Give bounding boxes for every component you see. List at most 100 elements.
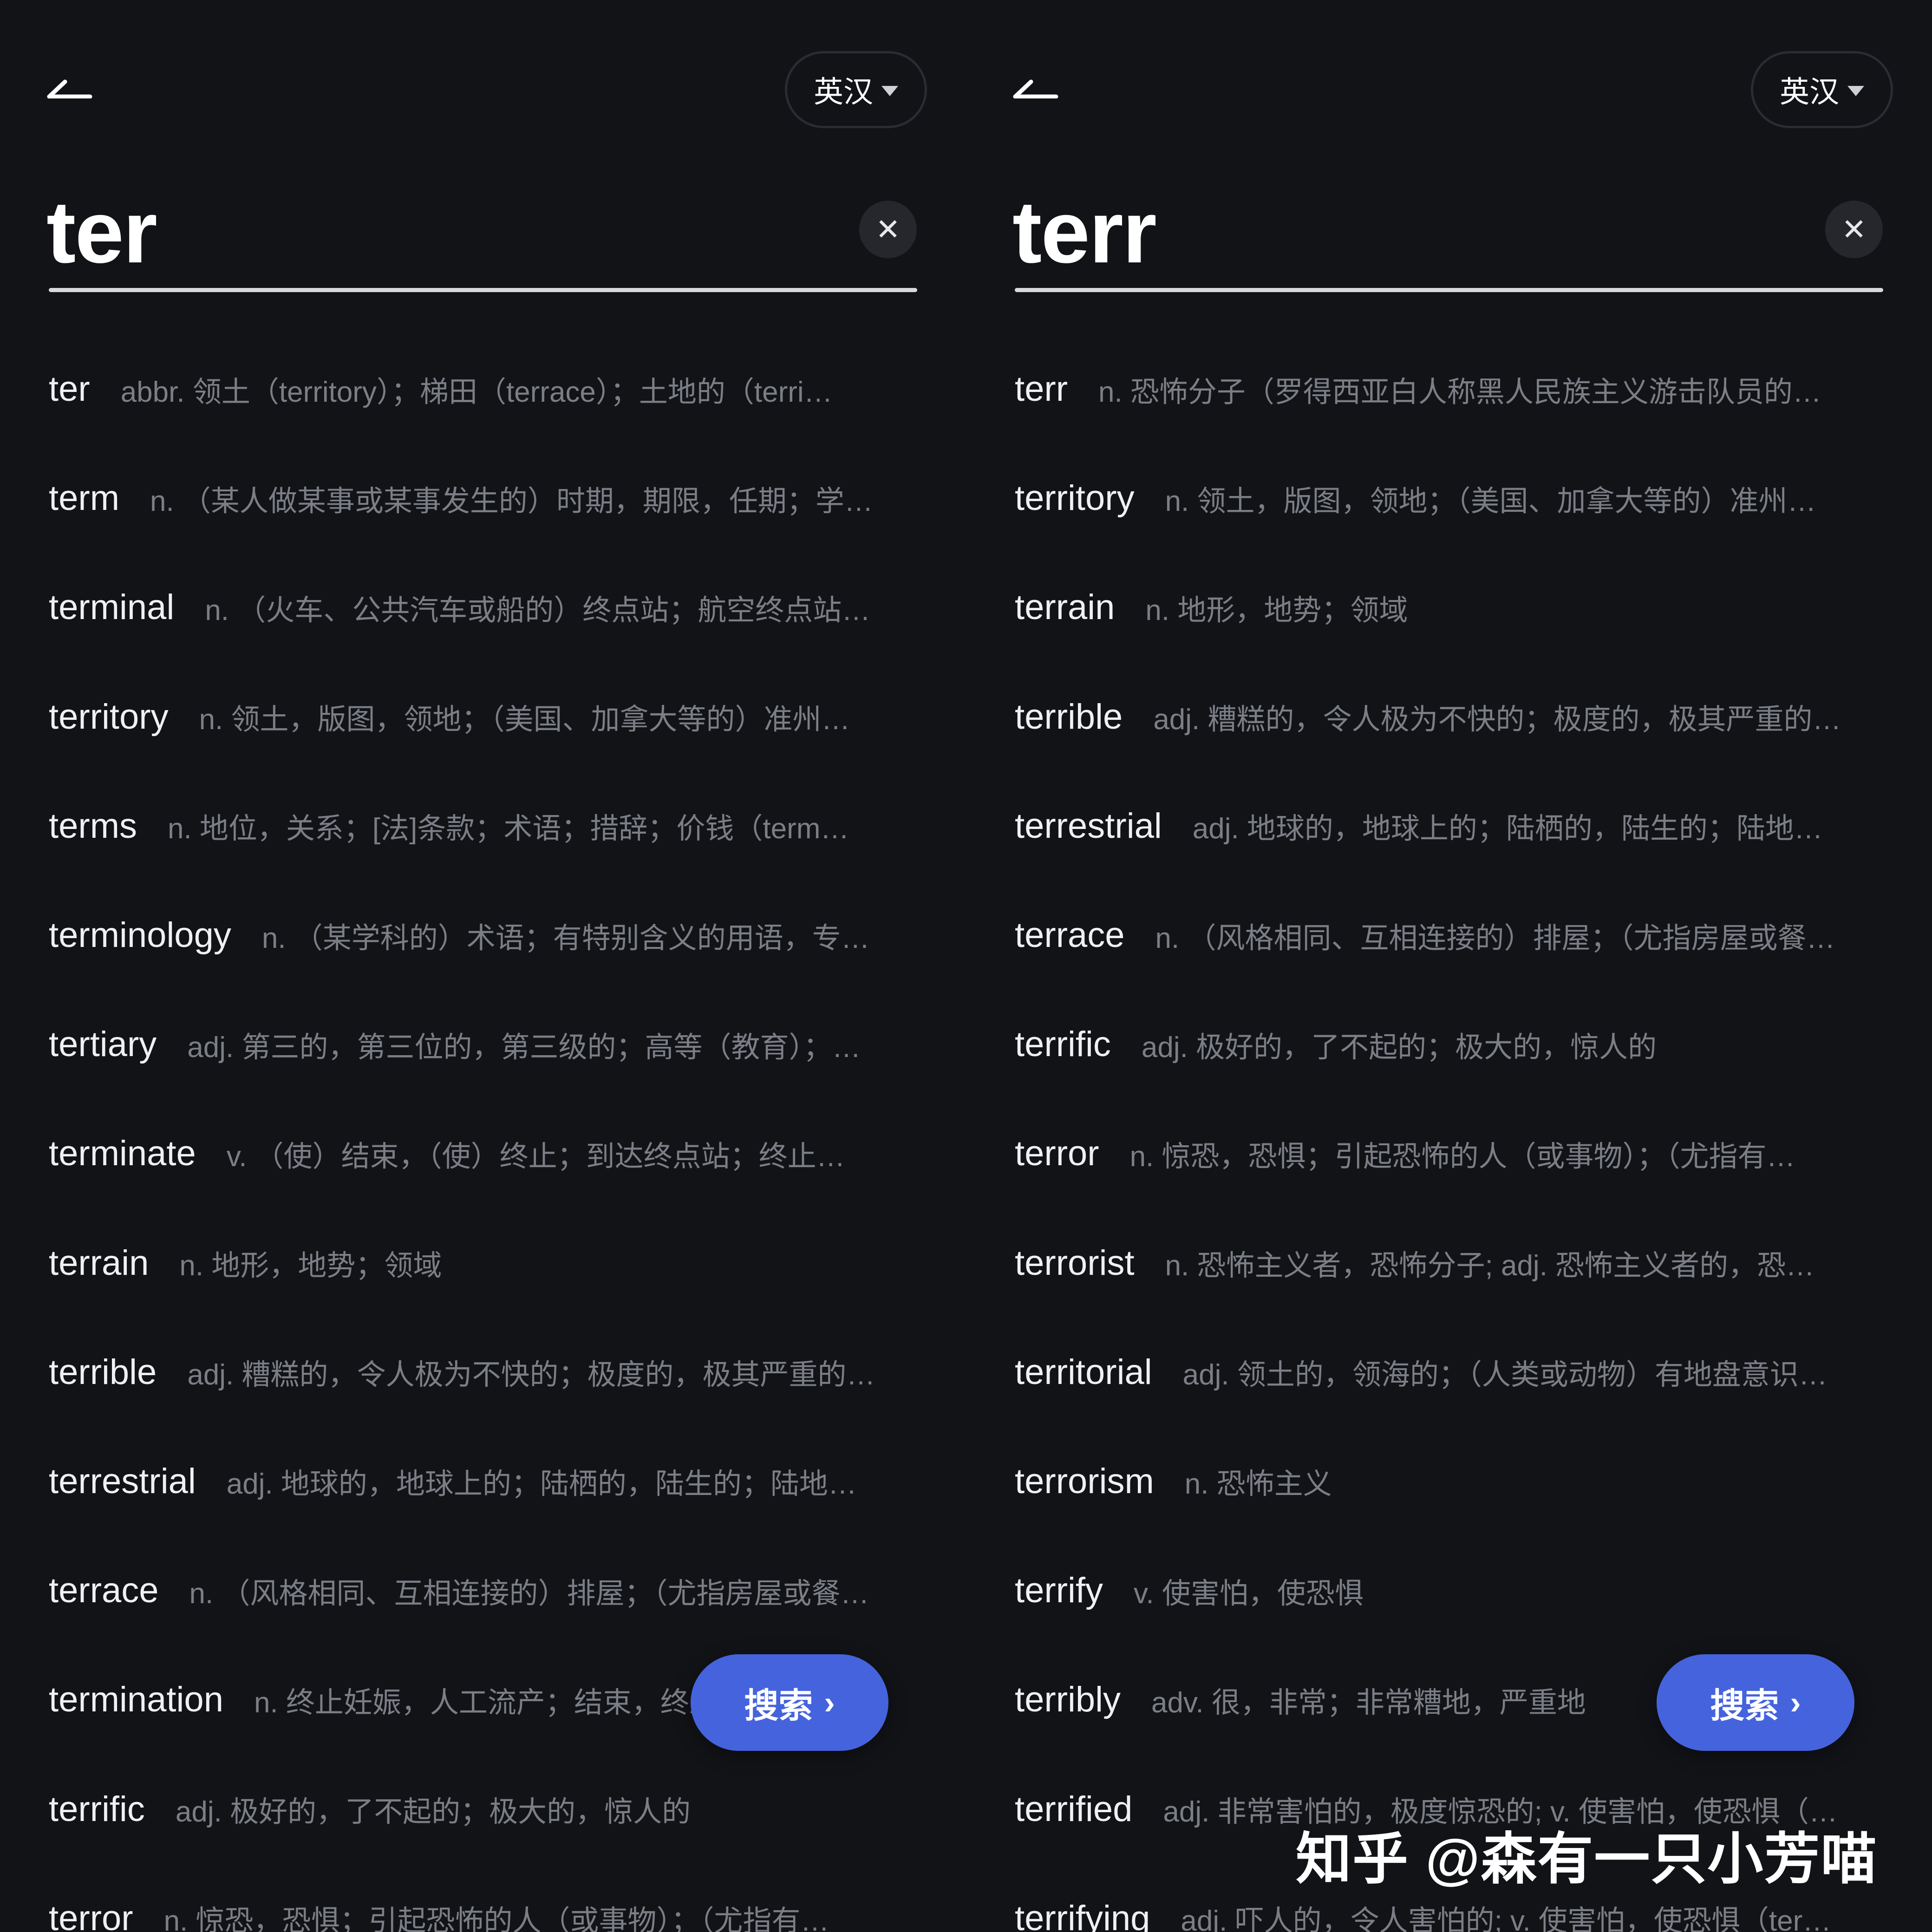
suggestion-row[interactable]: terminal n. （火车、公共汽车或船的）终点站；航空终点站… (49, 553, 922, 662)
search-button-label: 搜索 (744, 1686, 813, 1725)
suggestion-word: terrified (1015, 1789, 1133, 1829)
suggestion-row[interactable]: terrible adj. 糟糕的，令人极为不快的；极度的，极其严重的… (1015, 662, 1888, 771)
suggestion-row[interactable]: terrestrial adj. 地球的，地球上的；陆栖的，陆生的；陆地… (1015, 771, 1888, 881)
suggestion-definition: adj. 糟糕的，令人极为不快的；极度的，极其严重的… (1153, 704, 1841, 736)
suggestion-word: territory (49, 697, 169, 737)
suggestion-definition: n. （某人做某事或某事发生的）时期，期限，任期；学… (150, 485, 873, 517)
dictionary-panel-left: 英汉 ter ✕ ter abbr. 领土（territory）；梯田（terra… (0, 0, 966, 1932)
chevron-right-icon: › (824, 1684, 835, 1721)
suggestion-definition: n. 领土，版图，领地；（美国、加拿大等的）准州… (1165, 485, 1816, 517)
search-input[interactable]: terr (1012, 181, 1157, 283)
suggestion-row[interactable]: ter abbr. 领土（territory）；梯田（terrace）；土地的（t… (49, 334, 922, 444)
suggestion-word: terrain (1015, 587, 1115, 627)
suggestion-definition: n. 地位，关系；[法]条款；术语；措辞；价钱（term… (168, 813, 849, 845)
suggestion-row[interactable]: terrace n. （风格相同、互相连接的）排屋；（尤指房屋或餐… (49, 1536, 922, 1645)
suggestion-word: terrace (1015, 915, 1125, 955)
suggestion-row[interactable]: terms n. 地位，关系；[法]条款；术语；措辞；价钱（term… (49, 771, 922, 881)
suggestion-word: tertiary (49, 1025, 157, 1064)
search-input[interactable]: ter (46, 181, 157, 283)
suggestion-word: ter (49, 369, 90, 409)
suggestion-word: terrify (1015, 1571, 1103, 1611)
suggestion-definition: n. （火车、公共汽车或船的）终点站；航空终点站… (205, 594, 871, 627)
suggestion-word: terms (49, 806, 137, 846)
suggestion-definition: n. 地形，地势；领域 (179, 1250, 442, 1282)
suggestion-row[interactable]: tertiary adj. 第三的，第三位的，第三级的；高等（教育）；… (49, 990, 922, 1099)
suggestion-definition: n. （某学科的）术语；有特别含义的用语，专… (261, 922, 870, 954)
suggestion-word: terrain (49, 1243, 149, 1283)
suggestion-word: terrifying (1015, 1898, 1150, 1932)
suggestion-definition: adj. 吓人的，令人害怕的; v. 使害怕，使恐惧（ter… (1181, 1905, 1832, 1932)
suggestion-word: terribly (1015, 1680, 1121, 1720)
suggestion-word: terminology (49, 915, 231, 955)
watermark: 知乎 @森有一只小芳喵 (1296, 1828, 1878, 1890)
suggestion-row[interactable]: terrorist n. 恐怖主义者，恐怖分子; adj. 恐怖主义者的，恐… (1015, 1208, 1888, 1318)
suggestion-definition: adj. 地球的，地球上的；陆栖的，陆生的；陆地… (226, 1468, 857, 1501)
suggestion-definition: n. 恐怖分子（罗得西亚白人称黑人民族主义游击队员的… (1098, 376, 1821, 408)
suggestion-row[interactable]: terrorism n. 恐怖主义 (1015, 1427, 1888, 1536)
suggestion-word: terrific (1015, 1025, 1111, 1064)
suggestion-row[interactable]: terrestrial adj. 地球的，地球上的；陆栖的，陆生的；陆地… (49, 1427, 922, 1536)
suggestion-definition: v. （使）结束，（使）终止；到达终点站；终止… (226, 1140, 845, 1173)
suggestion-row[interactable]: terrain n. 地形，地势；领域 (1015, 553, 1888, 662)
suggestion-word: terrible (49, 1352, 157, 1392)
search-underline (49, 288, 917, 292)
suggestion-definition: n. 领土，版图，领地；（美国、加拿大等的）准州… (199, 704, 850, 736)
suggestion-word: terrorism (1015, 1461, 1154, 1501)
suggestion-definition: adj. 极好的，了不起的；极大的，惊人的 (1141, 1031, 1657, 1064)
dictionary-panel-right: 英汉 terr ✕ terr n. 恐怖分子（罗得西亚白人称黑人民族主义游击队员的… (966, 0, 1932, 1932)
clear-icon[interactable]: ✕ (859, 201, 917, 258)
suggestion-row[interactable]: terminate v. （使）结束，（使）终止；到达终点站；终止… (49, 1099, 922, 1208)
suggestion-row[interactable]: term n. （某人做某事或某事发生的）时期，期限，任期；学… (49, 444, 922, 553)
search-underline (1015, 288, 1883, 292)
language-selector[interactable]: 英汉 (1751, 51, 1893, 128)
suggestion-word: terminate (49, 1134, 196, 1174)
suggestion-word: terrestrial (49, 1461, 196, 1501)
suggestion-row[interactable]: terrify v. 使害怕，使恐惧 (1015, 1536, 1888, 1645)
caret-down-icon (1847, 86, 1864, 96)
suggestion-row[interactable]: terrace n. （风格相同、互相连接的）排屋；（尤指房屋或餐… (1015, 881, 1888, 990)
suggestion-word: territorial (1015, 1352, 1152, 1392)
search-button[interactable]: 搜索 › (691, 1654, 888, 1751)
suggestion-definition: adj. 糟糕的，令人极为不快的；极度的，极其严重的… (187, 1359, 875, 1391)
search-button[interactable]: 搜索 › (1657, 1654, 1854, 1751)
suggestion-word: termination (49, 1680, 223, 1720)
suggestion-row[interactable]: territory n. 领土，版图，领地；（美国、加拿大等的）准州… (49, 662, 922, 771)
suggestion-row[interactable]: terrific adj. 极好的，了不起的；极大的，惊人的 (1015, 990, 1888, 1099)
language-label: 英汉 (814, 75, 873, 109)
suggestion-definition: abbr. 领土（territory）；梯田（terrace）；土地的（terr… (120, 376, 833, 408)
suggestion-definition: n. 惊恐，恐惧；引起恐怖的人（或事物）；（尤指有… (1129, 1140, 1795, 1173)
suggestion-row[interactable]: terrain n. 地形，地势；领域 (49, 1208, 922, 1318)
suggestion-definition: adj. 极好的，了不起的；极大的，惊人的 (175, 1796, 691, 1828)
chevron-right-icon: › (1790, 1684, 1801, 1721)
suggestion-definition: n. 恐怖主义 (1184, 1468, 1332, 1501)
suggestion-row[interactable]: terminology n. （某学科的）术语；有特别含义的用语，专… (49, 881, 922, 990)
back-arrow-icon[interactable] (46, 74, 93, 102)
back-arrow-icon[interactable] (1012, 74, 1059, 102)
clear-icon[interactable]: ✕ (1825, 201, 1883, 258)
language-selector[interactable]: 英汉 (785, 51, 927, 128)
language-label: 英汉 (1780, 75, 1839, 109)
suggestion-definition: adj. 领土的，领海的；（人类或动物）有地盘意识… (1182, 1359, 1828, 1391)
suggestion-row[interactable]: terror n. 惊恐，恐惧；引起恐怖的人（或事物）；（尤指有… (49, 1864, 922, 1932)
suggestion-row[interactable]: territory n. 领土，版图，领地；（美国、加拿大等的）准州… (1015, 444, 1888, 553)
suggestion-word: terrific (49, 1789, 145, 1829)
suggestion-word: term (49, 478, 119, 518)
suggestion-row[interactable]: terr n. 恐怖分子（罗得西亚白人称黑人民族主义游击队员的… (1015, 334, 1888, 444)
suggestion-word: terrorist (1015, 1243, 1135, 1283)
suggestion-definition: v. 使害怕，使恐惧 (1134, 1577, 1364, 1610)
suggestion-word: terrace (49, 1571, 159, 1611)
caret-down-icon (881, 86, 898, 96)
suggestion-row[interactable]: terror n. 惊恐，恐惧；引起恐怖的人（或事物）；（尤指有… (1015, 1099, 1888, 1208)
suggestion-definition: n. 惊恐，恐惧；引起恐怖的人（或事物）；（尤指有… (163, 1905, 829, 1932)
suggestion-row[interactable]: terrible adj. 糟糕的，令人极为不快的；极度的，极其严重的… (49, 1318, 922, 1427)
suggestion-definition: n. （风格相同、互相连接的）排屋；（尤指房屋或餐… (1155, 922, 1835, 954)
suggestion-word: terminal (49, 587, 175, 627)
suggestion-word: terr (1015, 369, 1068, 409)
suggestion-word: territory (1015, 478, 1135, 518)
suggestion-definition: n. 恐怖主义者，恐怖分子; adj. 恐怖主义者的，恐… (1165, 1250, 1815, 1282)
suggestion-row[interactable]: territorial adj. 领土的，领海的；（人类或动物）有地盘意识… (1015, 1318, 1888, 1427)
suggestion-definition: adj. 地球的，地球上的；陆栖的，陆生的；陆地… (1192, 813, 1823, 845)
suggestion-row[interactable]: terrific adj. 极好的，了不起的；极大的，惊人的 (49, 1754, 922, 1863)
suggestion-definition: n. （风格相同、互相连接的）排屋；（尤指房屋或餐… (189, 1577, 869, 1610)
suggestion-word: terrestrial (1015, 806, 1162, 846)
